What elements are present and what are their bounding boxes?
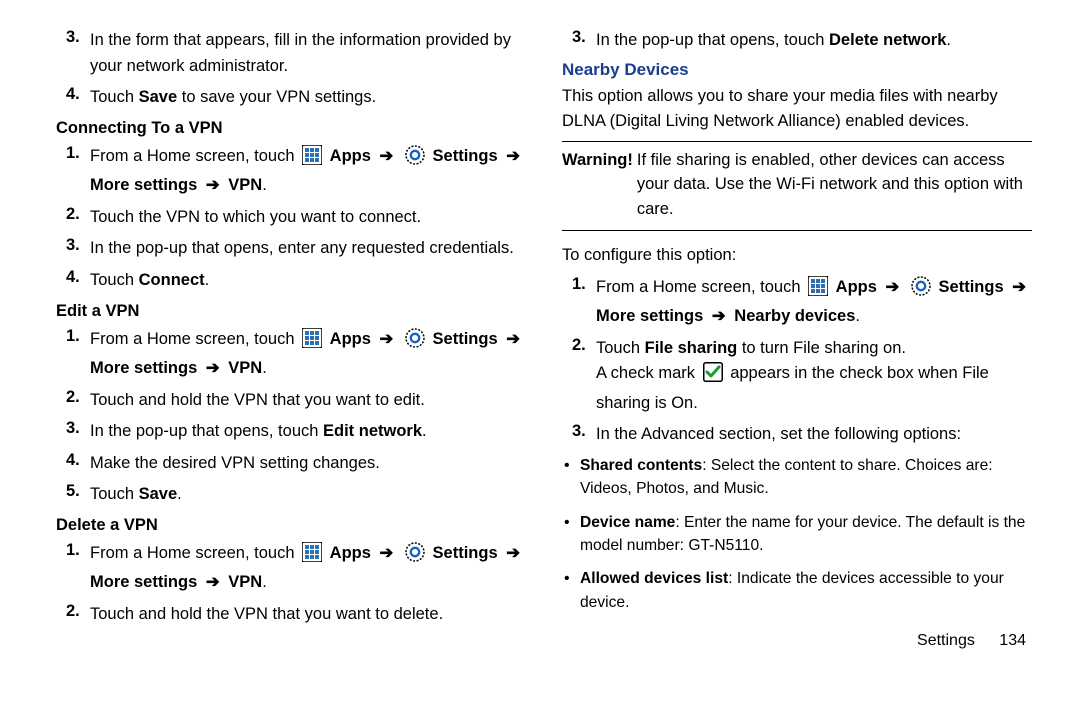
step-number: 1. (56, 541, 90, 560)
bullet-item: Allowed devices list: Indicate the devic… (580, 567, 1032, 614)
step-text: In the pop-up that opens, touch Edit net… (90, 419, 526, 445)
list-item: 1.From a Home screen, touch Apps ➔ Setti… (56, 541, 526, 596)
config-intro: To configure this option: (562, 243, 1032, 269)
page-container: 3.In the form that appears, fill in the … (0, 0, 1080, 720)
bullet-item: Device name: Enter the name for your dev… (580, 511, 1032, 558)
step-text: From a Home screen, touch Apps ➔ Setting… (90, 327, 526, 382)
arrow-icon: ➔ (882, 278, 904, 296)
delete-cont-steps: 3.In the pop-up that opens, touch Delete… (562, 28, 1032, 54)
step-text: Touch Connect. (90, 268, 526, 294)
list-item: 2.Touch File sharing to turn File sharin… (562, 336, 1032, 417)
step-number: 5. (56, 482, 90, 501)
advanced-options-list: Shared contents: Select the content to s… (562, 454, 1032, 614)
page-footer: Settings 134 (562, 632, 1032, 650)
step-number: 3. (562, 28, 596, 47)
edit-steps: 1.From a Home screen, touch Apps ➔ Setti… (56, 327, 526, 508)
step-number: 4. (56, 451, 90, 470)
list-item: 1.From a Home screen, touch Apps ➔ Setti… (56, 144, 526, 199)
gear-icon (405, 328, 425, 357)
list-item: 5.Touch Save. (56, 482, 526, 508)
apps-icon (302, 542, 322, 571)
step-text: In the pop-up that opens, touch Delete n… (596, 28, 1032, 54)
apps-icon (302, 145, 322, 174)
step-text: From a Home screen, touch Apps ➔ Setting… (596, 275, 1032, 330)
arrow-icon: ➔ (202, 573, 224, 591)
warning-label: Warning! (562, 148, 637, 173)
left-column: 3.In the form that appears, fill in the … (56, 28, 526, 712)
connecting-heading: Connecting To a VPN (56, 119, 526, 138)
arrow-icon: ➔ (376, 147, 398, 165)
list-item: 3.In the pop-up that opens, touch Delete… (562, 28, 1032, 54)
apps-icon (302, 328, 322, 357)
step-number: 3. (56, 28, 90, 47)
right-column: 3.In the pop-up that opens, touch Delete… (562, 28, 1032, 712)
step-number: 2. (56, 388, 90, 407)
step-number: 4. (56, 85, 90, 104)
step-text: Touch and hold the VPN that you want to … (90, 388, 526, 414)
gear-icon (405, 542, 425, 571)
warning-text: If file sharing is enabled, other device… (637, 148, 1032, 222)
step-text: Touch Save to save your VPN settings. (90, 85, 526, 111)
step-number: 3. (562, 422, 596, 441)
nearby-intro: This option allows you to share your med… (562, 84, 1032, 135)
list-item: 1.From a Home screen, touch Apps ➔ Setti… (562, 275, 1032, 330)
check-icon (703, 362, 723, 391)
nearby-devices-heading: Nearby Devices (562, 60, 1032, 80)
arrow-icon: ➔ (502, 544, 524, 562)
gear-icon (911, 276, 931, 305)
list-item: 4.Make the desired VPN setting changes. (56, 451, 526, 477)
apps-icon (808, 276, 828, 305)
warning-box: Warning! If file sharing is enabled, oth… (562, 141, 1032, 231)
step-text: In the form that appears, fill in the in… (90, 28, 526, 79)
list-item: 4.Touch Save to save your VPN settings. (56, 85, 526, 111)
list-item: 3.In the pop-up that opens, enter any re… (56, 236, 526, 262)
delete-heading: Delete a VPN (56, 516, 526, 535)
connecting-steps: 1.From a Home screen, touch Apps ➔ Setti… (56, 144, 526, 294)
nearby-steps: 1.From a Home screen, touch Apps ➔ Setti… (562, 275, 1032, 448)
arrow-icon: ➔ (376, 330, 398, 348)
step-text: From a Home screen, touch Apps ➔ Setting… (90, 144, 526, 199)
step-text: Touch the VPN to which you want to conne… (90, 205, 526, 231)
list-item: 3.In the pop-up that opens, touch Edit n… (56, 419, 526, 445)
step-number: 2. (562, 336, 596, 355)
list-item: 2.Touch and hold the VPN that you want t… (56, 388, 526, 414)
step-text: Touch File sharing to turn File sharing … (596, 336, 1032, 417)
footer-page-number: 134 (999, 632, 1026, 649)
step-number: 4. (56, 268, 90, 287)
step-text: Touch Save. (90, 482, 526, 508)
gear-icon (405, 145, 425, 174)
step-number: 3. (56, 419, 90, 438)
step-number: 1. (56, 144, 90, 163)
step-number: 1. (56, 327, 90, 346)
list-item: 1.From a Home screen, touch Apps ➔ Setti… (56, 327, 526, 382)
arrow-icon: ➔ (376, 544, 398, 562)
list-item: 2.Touch the VPN to which you want to con… (56, 205, 526, 231)
step-text: From a Home screen, touch Apps ➔ Setting… (90, 541, 526, 596)
arrow-icon: ➔ (1008, 278, 1030, 296)
arrow-icon: ➔ (708, 307, 730, 325)
vpn-form-steps: 3.In the form that appears, fill in the … (56, 28, 526, 111)
step-text: Touch and hold the VPN that you want to … (90, 602, 526, 628)
edit-heading: Edit a VPN (56, 302, 526, 321)
step-text: In the pop-up that opens, enter any requ… (90, 236, 526, 262)
list-item: 3.In the Advanced section, set the follo… (562, 422, 1032, 448)
step-number: 2. (56, 205, 90, 224)
list-item: 4.Touch Connect. (56, 268, 526, 294)
list-item: 3.In the form that appears, fill in the … (56, 28, 526, 79)
arrow-icon: ➔ (502, 330, 524, 348)
step-number: 1. (562, 275, 596, 294)
arrow-icon: ➔ (202, 359, 224, 377)
step-number: 2. (56, 602, 90, 621)
step-text: Make the desired VPN setting changes. (90, 451, 526, 477)
delete-steps: 1.From a Home screen, touch Apps ➔ Setti… (56, 541, 526, 628)
arrow-icon: ➔ (202, 176, 224, 194)
bullet-item: Shared contents: Select the content to s… (580, 454, 1032, 501)
step-text: In the Advanced section, set the followi… (596, 422, 1032, 448)
step-number: 3. (56, 236, 90, 255)
footer-section: Settings (917, 632, 975, 649)
list-item: 2.Touch and hold the VPN that you want t… (56, 602, 526, 628)
arrow-icon: ➔ (502, 147, 524, 165)
